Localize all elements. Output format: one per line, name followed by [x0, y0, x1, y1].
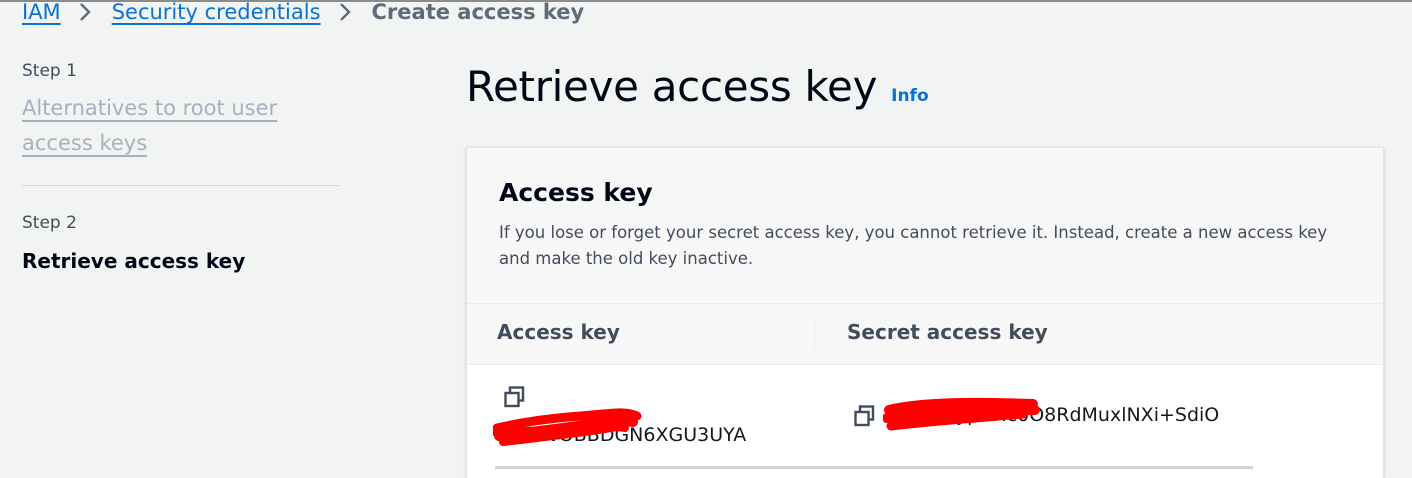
- page-title: Retrieve access key: [466, 62, 878, 111]
- step-1-label: Step 1: [22, 61, 77, 81]
- copy-icon[interactable]: [503, 385, 527, 409]
- column-header-secret-access-key: Secret access key: [847, 320, 1048, 344]
- copy-icon[interactable]: [853, 404, 877, 428]
- secret-access-key-value: Agi+giiypRHc0O8RdMuxlNXi+SdiO: [887, 404, 1220, 426]
- breadcrumb-current: Create access key: [371, 0, 585, 24]
- breadcrumb-iam-link[interactable]: IAM: [22, 0, 61, 24]
- chevron-right-icon: [338, 1, 352, 23]
- column-divider: [814, 318, 815, 350]
- page-header: Retrieve access key Info: [466, 62, 929, 111]
- panel-title: Access key: [499, 178, 653, 207]
- step-1-link[interactable]: Alternatives to root user access keys: [22, 91, 340, 161]
- steps-divider: [22, 185, 340, 186]
- chevron-right-icon: [78, 1, 92, 23]
- panel-description: If you lose or forget your secret access…: [499, 223, 1328, 268]
- step-2-current: Retrieve access key: [22, 249, 246, 273]
- step-2-label: Step 2: [22, 213, 77, 233]
- breadcrumb: IAM Security credentials Create access k…: [22, 0, 584, 26]
- access-key-value: AKIAWOBBDGN6XGU3UYA: [497, 424, 747, 446]
- column-header-access-key: Access key: [497, 320, 620, 344]
- info-link[interactable]: Info: [891, 86, 929, 106]
- breadcrumb-security-credentials-link[interactable]: Security credentials: [112, 0, 321, 24]
- access-key-panel: Access key If you lose or forget your se…: [466, 147, 1384, 478]
